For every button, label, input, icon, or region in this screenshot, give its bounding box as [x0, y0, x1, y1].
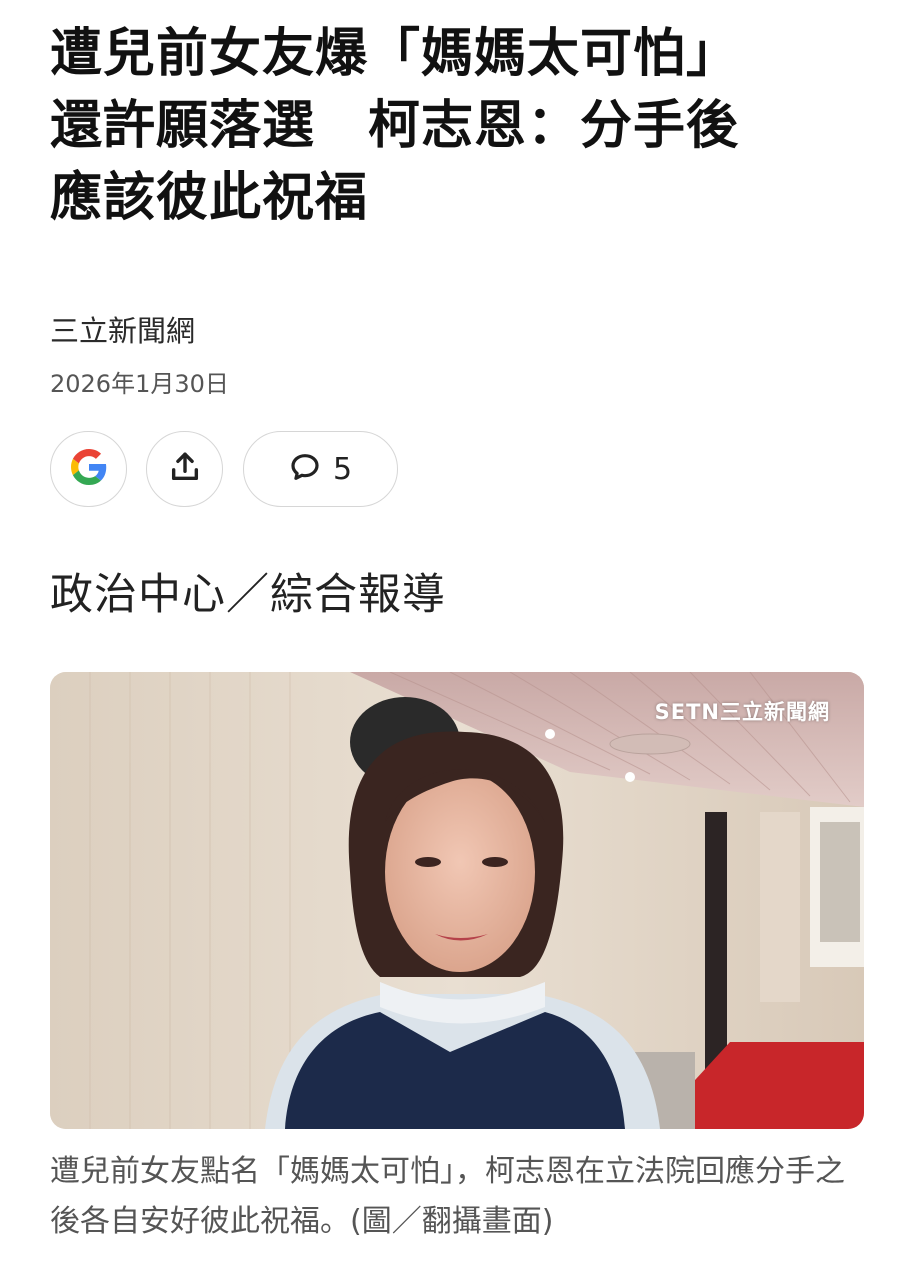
article-photo[interactable]: SETN三立新聞網	[50, 672, 864, 1129]
share-button[interactable]	[146, 431, 223, 507]
article-photo-illustration	[50, 672, 864, 1129]
article-source[interactable]: 三立新聞網	[50, 308, 195, 350]
article-date: 2026年1月30日	[50, 370, 229, 398]
comments-button[interactable]: 5	[243, 431, 398, 507]
photo-caption: 遭兒前女友點名「媽媽太可怕」，柯志恩在立法院回應分手之後各自安好彼此祝福。(圖／…	[50, 1154, 845, 1239]
google-icon	[70, 449, 107, 489]
article-headline: 遭兒前女友爆「媽媽太可怕」 還許願落選 柯志恩：分手後 應該彼此祝福	[50, 24, 740, 228]
photo-watermark: SETN三立新聞網	[654, 700, 830, 724]
google-button[interactable]	[50, 431, 127, 507]
comment-icon	[289, 451, 321, 487]
share-icon	[168, 450, 202, 488]
section-label: 政治中心／綜合報導	[50, 570, 446, 620]
comment-count: 5	[332, 451, 353, 487]
